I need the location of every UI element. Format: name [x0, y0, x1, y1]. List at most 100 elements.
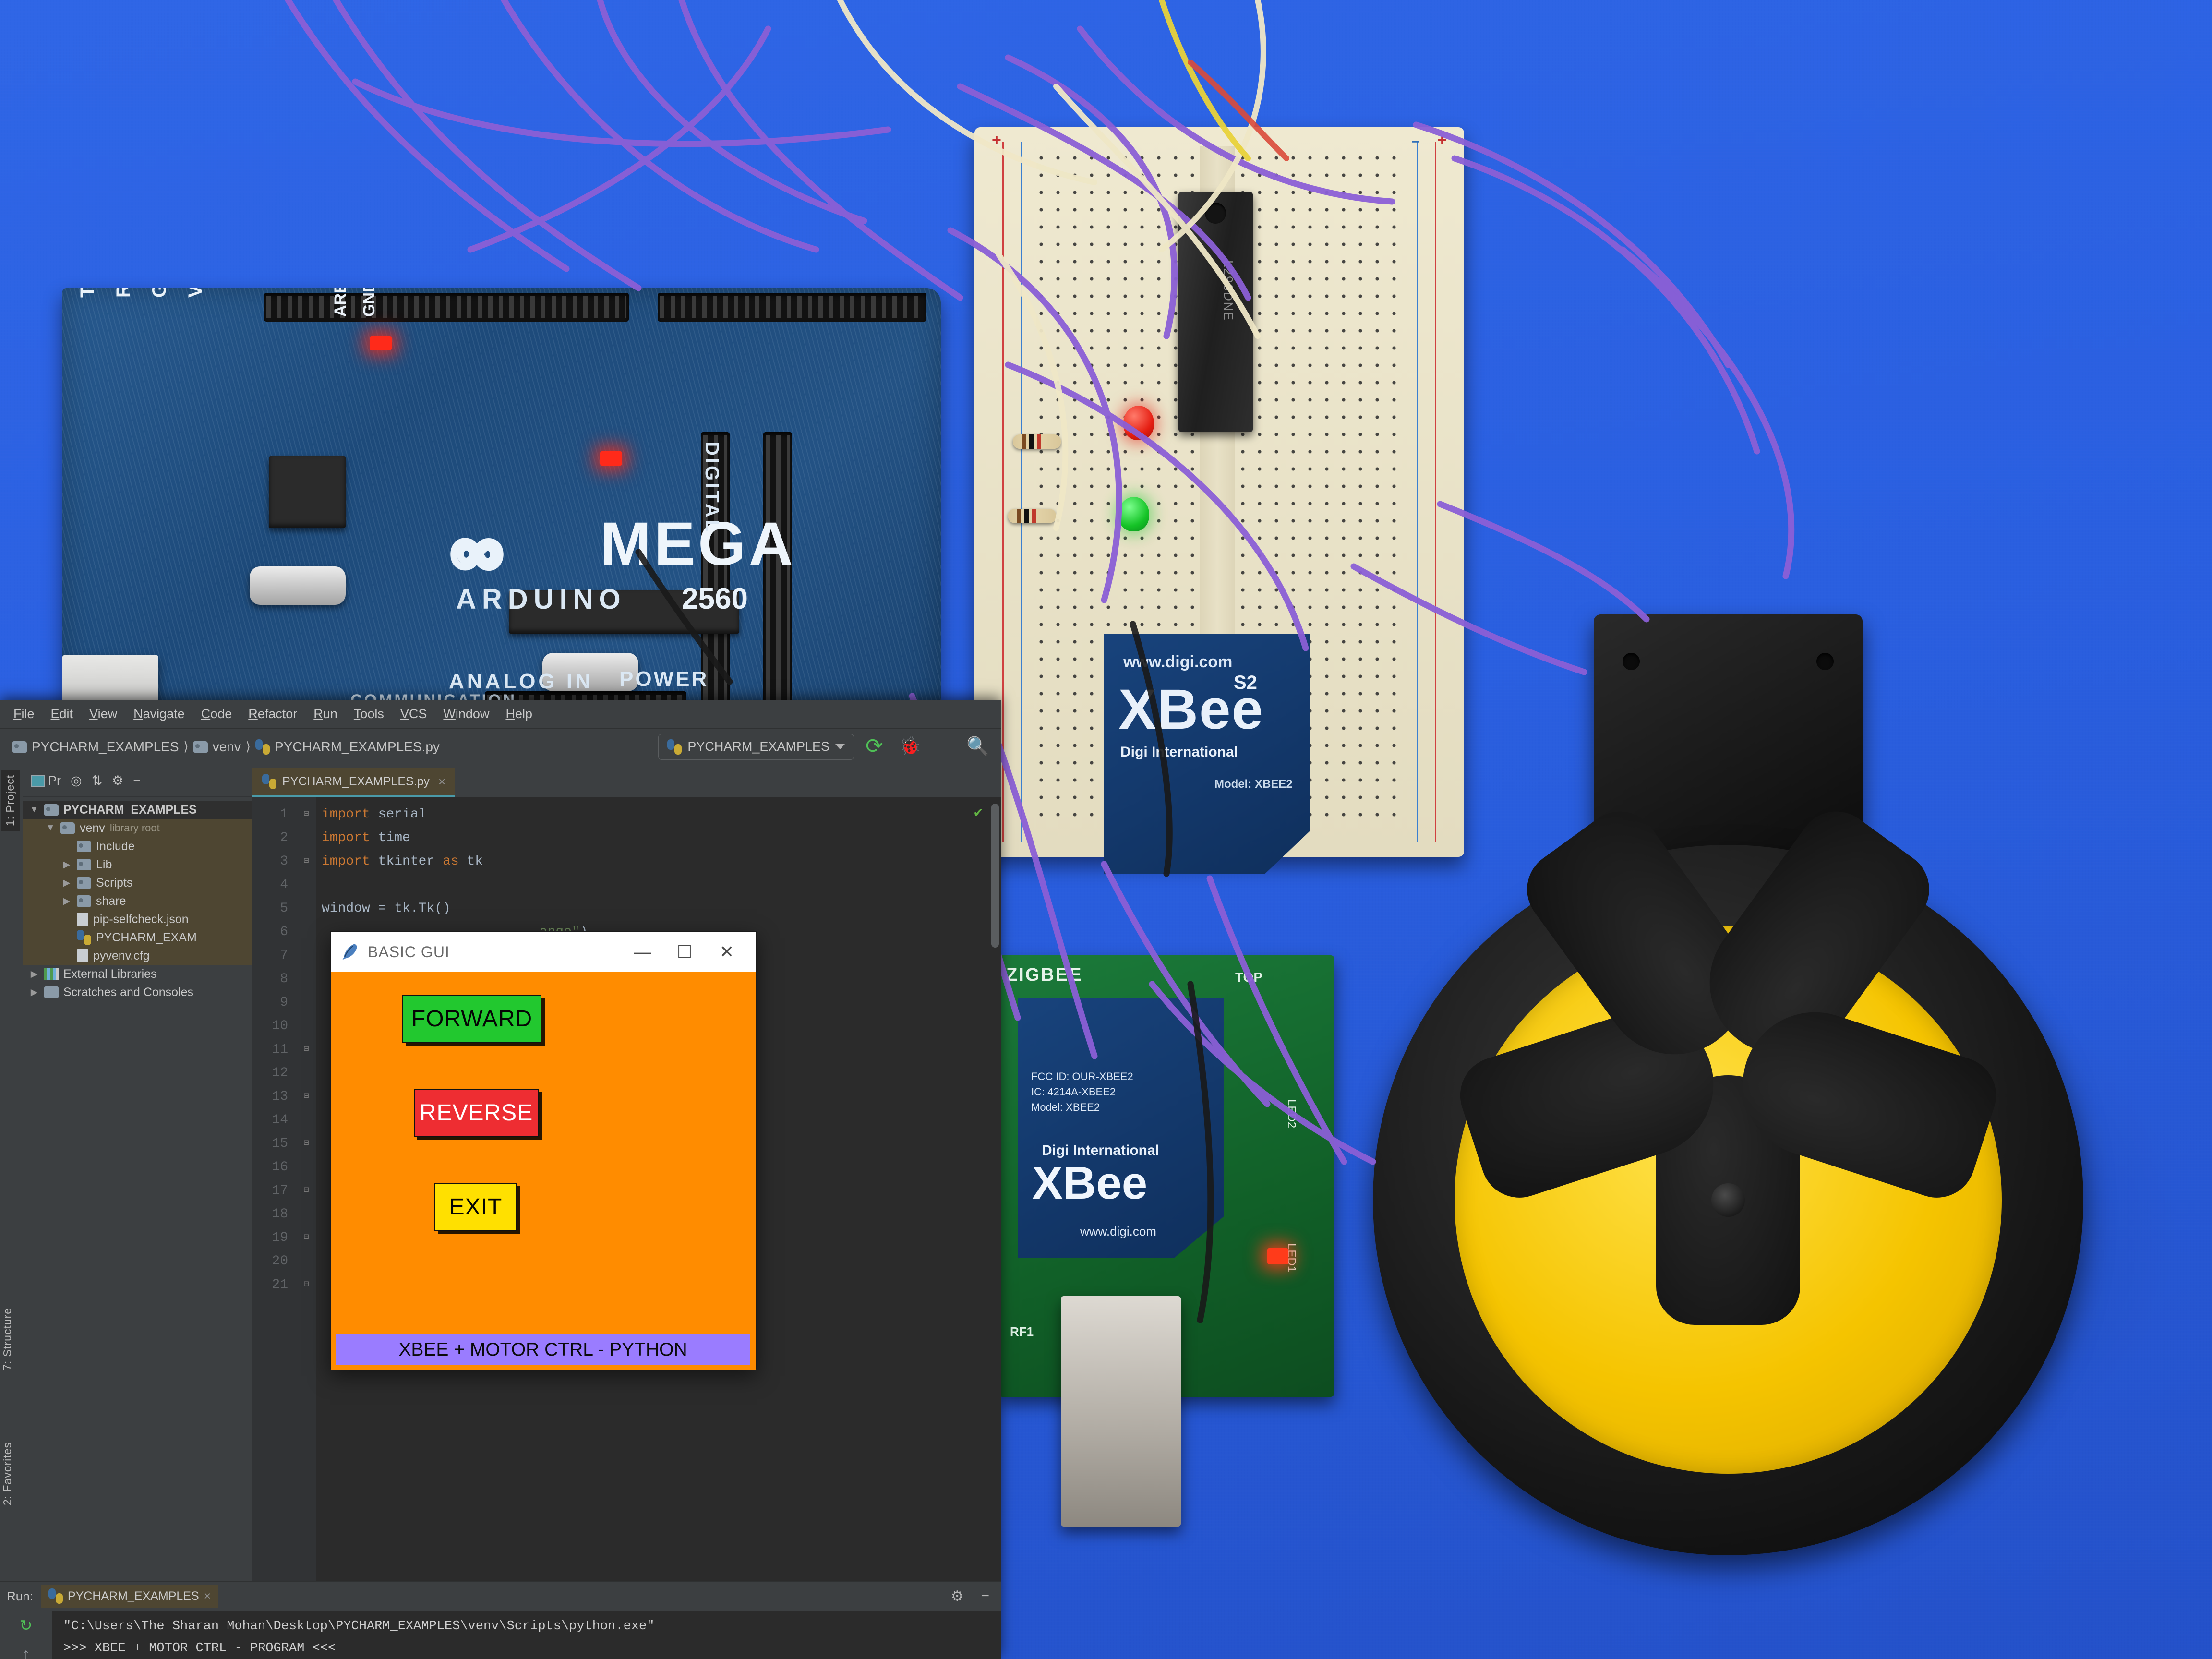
tree-node-label: Include [96, 839, 135, 853]
menu-item-navigate[interactable]: Navigate [133, 707, 185, 721]
code-line[interactable]: window = tk.Tk() [322, 897, 1001, 920]
chevron-down-icon[interactable]: ▼ [29, 805, 39, 815]
run-tool-window[interactable]: Run: PYCHARM_EXAMPLES × ⚙ − ↻ ↑ ↓ ❚❚ ↷ ↧… [0, 1581, 1001, 1659]
tk-close-button[interactable]: ✕ [706, 932, 748, 972]
tree-node-scripts[interactable]: ▶ Scripts [23, 874, 252, 892]
chevron-right-icon[interactable]: ▶ [61, 896, 72, 907]
menu-item-view[interactable]: View [89, 707, 117, 721]
code-line[interactable]: import serial [322, 803, 1001, 826]
menu-item-refactor[interactable]: Refactor [248, 707, 297, 721]
breadcrumb-file[interactable]: PYCHARM_EXAMPLES.py [275, 739, 440, 755]
chevron-down-icon[interactable]: ▼ [45, 823, 56, 833]
chevron-right-icon[interactable]: ▶ [61, 859, 72, 870]
python-icon-run [48, 1588, 63, 1604]
tkinter-basic-gui-window[interactable]: BASIC GUI — ☐ ✕ FORWARD REVERSE EXIT XBE… [330, 931, 757, 1370]
run-panel-tab[interactable]: PYCHARM_EXAMPLES × [40, 1585, 219, 1608]
run-console-output[interactable]: "C:\Users\The Sharan Mohan\Desktop\PYCHA… [52, 1611, 1001, 1659]
tk-window-title: BASIC GUI [368, 943, 450, 961]
project-view-label: Pr [48, 773, 61, 788]
fold-marker[interactable]: ⊟ [297, 1038, 316, 1061]
menu-item-tools[interactable]: Tools [354, 707, 384, 721]
line-number: 16 [272, 1160, 288, 1175]
tool-tab-project[interactable]: 1: Project [1, 770, 20, 831]
line-number: 13 [272, 1089, 288, 1104]
code-line[interactable]: import time [322, 826, 1001, 850]
search-icon[interactable] [966, 736, 988, 758]
menu-item-window[interactable]: Window [443, 707, 489, 721]
collapse-all-icon[interactable]: ⇅ [92, 773, 103, 788]
chevron-right-icon[interactable]: ▶ [29, 987, 39, 998]
chevron-right-icon[interactable]: ▶ [29, 969, 39, 980]
debug-icon[interactable] [899, 736, 921, 758]
tree-node-share[interactable]: ▶ share [23, 892, 252, 910]
run-icon[interactable] [866, 736, 888, 758]
python-file-icon-tab [262, 774, 276, 789]
project-tree[interactable]: ▼ PYCHARM_EXAMPLES ▼ venv library root Includ… [23, 797, 252, 1581]
gear-icon[interactable]: ⚙ [951, 1588, 964, 1605]
line-number: 8 [280, 972, 288, 986]
breadcrumb-project[interactable]: PYCHARM_EXAMPLES [32, 739, 179, 755]
tree-node-lib[interactable]: ▶ Lib [23, 855, 252, 874]
tk-maximize-button[interactable]: ☐ [663, 932, 706, 972]
tree-node-pyvenv-cfg[interactable]: pyvenv.cfg [23, 947, 252, 965]
tk-footer-label: XBEE + MOTOR CTRL - PYTHON [336, 1334, 750, 1365]
breadcrumb-separator-2: ⟩ [245, 739, 251, 754]
run-panel-header[interactable]: Run: PYCHARM_EXAMPLES × ⚙ − [0, 1582, 1001, 1611]
reverse-button[interactable]: REVERSE [414, 1089, 539, 1137]
tk-minimize-button[interactable]: — [621, 932, 663, 972]
left-tool-strip[interactable]: 1: Project 7: Structure 2: Favorites [0, 765, 23, 1581]
editor-tab-pycharm-examples[interactable]: PYCHARM_EXAMPLES.py × [252, 768, 456, 797]
line-number: 21 [272, 1277, 288, 1292]
rerun-icon[interactable]: ↻ [15, 1616, 37, 1635]
settings-icon[interactable]: ⚙ [112, 773, 123, 788]
chevron-right-icon[interactable]: ▶ [61, 878, 72, 889]
project-tool-window[interactable]: Pr ◎ ⇅ ⚙ − ▼ PYCHARM_EXAMPLES ▼ venv library… [23, 765, 252, 1581]
run-tool-buttons[interactable]: ↻ ↑ ↓ ❚❚ ↷ ↧ [0, 1611, 52, 1659]
close-icon-run[interactable]: × [204, 1589, 211, 1603]
editor-tab-bar[interactable]: PYCHARM_EXAMPLES.py × [252, 765, 1001, 797]
editor-scrollbar[interactable] [991, 804, 999, 948]
menu-item-vcs[interactable]: VCS [400, 707, 427, 721]
menu-item-help[interactable]: Help [505, 707, 532, 721]
tool-tab-favorites[interactable]: 2: Favorites [1, 1442, 14, 1505]
menu-item-file[interactable]: File [13, 707, 35, 721]
line-number: 17 [272, 1183, 288, 1198]
menu-bar[interactable]: File Edit View Navigate Code Refactor Ru… [0, 700, 1001, 729]
minimize-icon[interactable]: − [981, 1588, 989, 1604]
fold-marker[interactable]: ⊟ [297, 850, 316, 873]
tree-node-pycharm-examples[interactable]: ▼ PYCHARM_EXAMPLES [23, 801, 252, 819]
locate-icon[interactable]: ◎ [71, 773, 82, 788]
fold-marker[interactable]: ⊟ [297, 1179, 316, 1202]
tree-node-include[interactable]: Include [23, 837, 252, 855]
project-toolbar[interactable]: Pr ◎ ⇅ ⚙ − [23, 765, 252, 797]
code-fold-gutter[interactable]: ⊟ ⊟ ⊟ ⊟ ⊟ ⊟ ⊟ ⊟ [297, 797, 316, 1581]
tool-tab-structure[interactable]: 7: Structure [1, 1308, 14, 1370]
tree-node-venv[interactable]: ▼ venv library root [23, 819, 252, 837]
navigation-bar[interactable]: PYCHARM_EXAMPLES ⟩ venv ⟩ PYCHARM_EXAMPL… [0, 729, 1001, 765]
code-line[interactable] [322, 873, 1001, 897]
forward-button[interactable]: FORWARD [402, 995, 541, 1043]
tree-node-pycharm-exam[interactable]: PYCHARM_EXAM [23, 928, 252, 947]
tree-node-external-libraries[interactable]: ▶ External Libraries [23, 965, 252, 983]
breadcrumb-venv[interactable]: venv [213, 739, 241, 755]
menu-item-code[interactable]: Code [201, 707, 232, 721]
tree-node-pip-selfcheck-json[interactable]: pip-selfcheck.json [23, 910, 252, 928]
run-configuration-selector[interactable]: PYCHARM_EXAMPLES [658, 733, 854, 760]
fold-marker[interactable]: ⊟ [297, 803, 316, 826]
tk-title-bar[interactable]: BASIC GUI — ☐ ✕ [331, 932, 756, 972]
menu-item-edit[interactable]: Edit [51, 707, 73, 721]
code-line[interactable]: import tkinter as tk [322, 850, 1001, 873]
close-icon[interactable]: × [438, 774, 445, 789]
up-icon[interactable]: ↑ [15, 1645, 37, 1659]
menu-item-run[interactable]: Run [313, 707, 337, 721]
fold-marker[interactable]: ⊟ [297, 1226, 316, 1250]
fold-marker[interactable]: ⊟ [297, 1273, 316, 1297]
fold-marker[interactable]: ⊟ [297, 1132, 316, 1155]
fold-marker[interactable]: ⊟ [297, 1085, 316, 1108]
project-view-icon[interactable]: Pr [31, 773, 61, 788]
tree-node-scratches-and-consoles[interactable]: ▶ Scratches and Consoles [23, 983, 252, 1001]
hide-icon[interactable]: − [133, 773, 141, 788]
line-number: 11 [272, 1042, 288, 1057]
exit-button[interactable]: EXIT [434, 1183, 517, 1231]
